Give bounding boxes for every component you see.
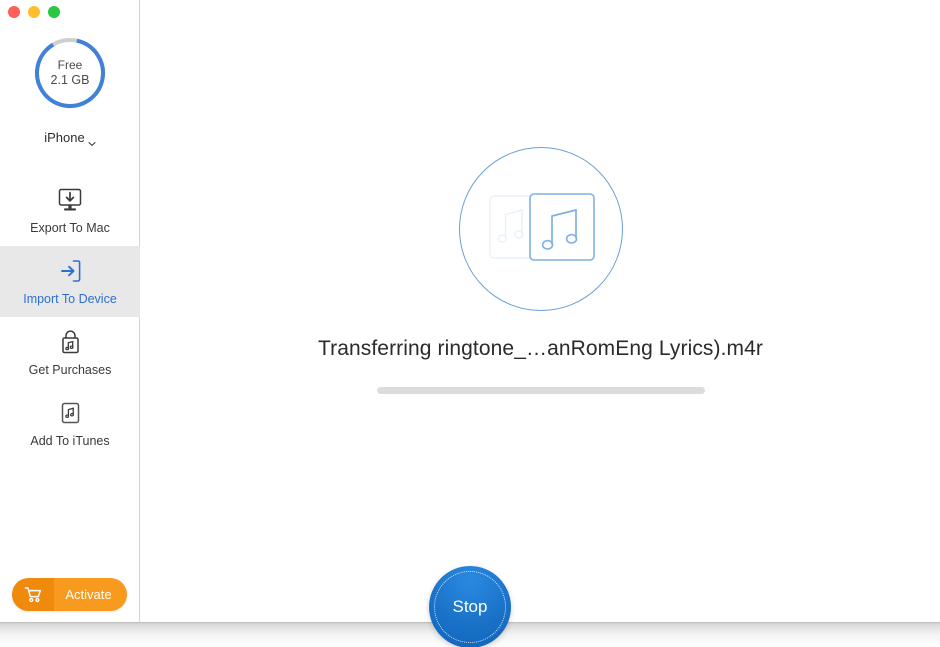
music-cards-icon [460, 148, 624, 312]
desktop-backdrop: Free 2.1 GB iPhone Export To Mac Import … [0, 0, 940, 647]
device-name: iPhone [44, 130, 85, 145]
monitor-download-icon [57, 186, 83, 214]
maximize-button[interactable] [48, 6, 60, 18]
shopping-cart-icon [12, 578, 54, 611]
sidebar-nav: Export To Mac Import To Device Get Purch… [0, 175, 140, 459]
device-selector[interactable]: iPhone [44, 130, 96, 146]
sidebar-item-label: Import To Device [23, 292, 117, 306]
sidebar-item-add-to-itunes[interactable]: Add To iTunes [0, 388, 140, 459]
import-arrow-icon [57, 257, 83, 285]
stop-button[interactable]: Stop [429, 566, 511, 647]
app-window: Free 2.1 GB iPhone Export To Mac Import … [0, 0, 940, 647]
sidebar-item-import-to-device[interactable]: Import To Device [0, 246, 140, 317]
minimize-button[interactable] [28, 6, 40, 18]
sidebar-item-export-to-mac[interactable]: Export To Mac [0, 175, 140, 246]
activate-button-label: Activate [65, 587, 112, 602]
storage-free-value: 2.1 GB [50, 73, 90, 87]
activate-button[interactable]: Activate [12, 578, 127, 611]
chevron-down-icon [88, 135, 96, 146]
main-content: Transferring ringtone_…anRomEng Lyrics).… [141, 0, 940, 622]
shopping-bag-music-icon [58, 328, 83, 356]
music-square-icon [58, 399, 83, 427]
window-controls [8, 6, 60, 18]
storage-ring: Free 2.1 GB [33, 36, 107, 110]
storage-free-label: Free [57, 58, 83, 72]
transfer-artwork-circle [458, 147, 624, 312]
transfer-progress-bar [376, 387, 705, 394]
sidebar-item-get-purchases[interactable]: Get Purchases [0, 317, 140, 388]
sidebar-item-label: Export To Mac [30, 221, 110, 235]
sidebar-item-label: Add To iTunes [30, 434, 110, 448]
sidebar: Free 2.1 GB iPhone Export To Mac Import … [0, 0, 140, 622]
close-button[interactable] [8, 6, 20, 18]
stop-button-label: Stop [452, 597, 488, 616]
storage-indicator: Free 2.1 GB iPhone [0, 36, 140, 146]
transfer-status-text: Transferring ringtone_…anRomEng Lyrics).… [317, 337, 764, 360]
sidebar-item-label: Get Purchases [28, 363, 112, 377]
storage-text: Free 2.1 GB [33, 36, 107, 110]
